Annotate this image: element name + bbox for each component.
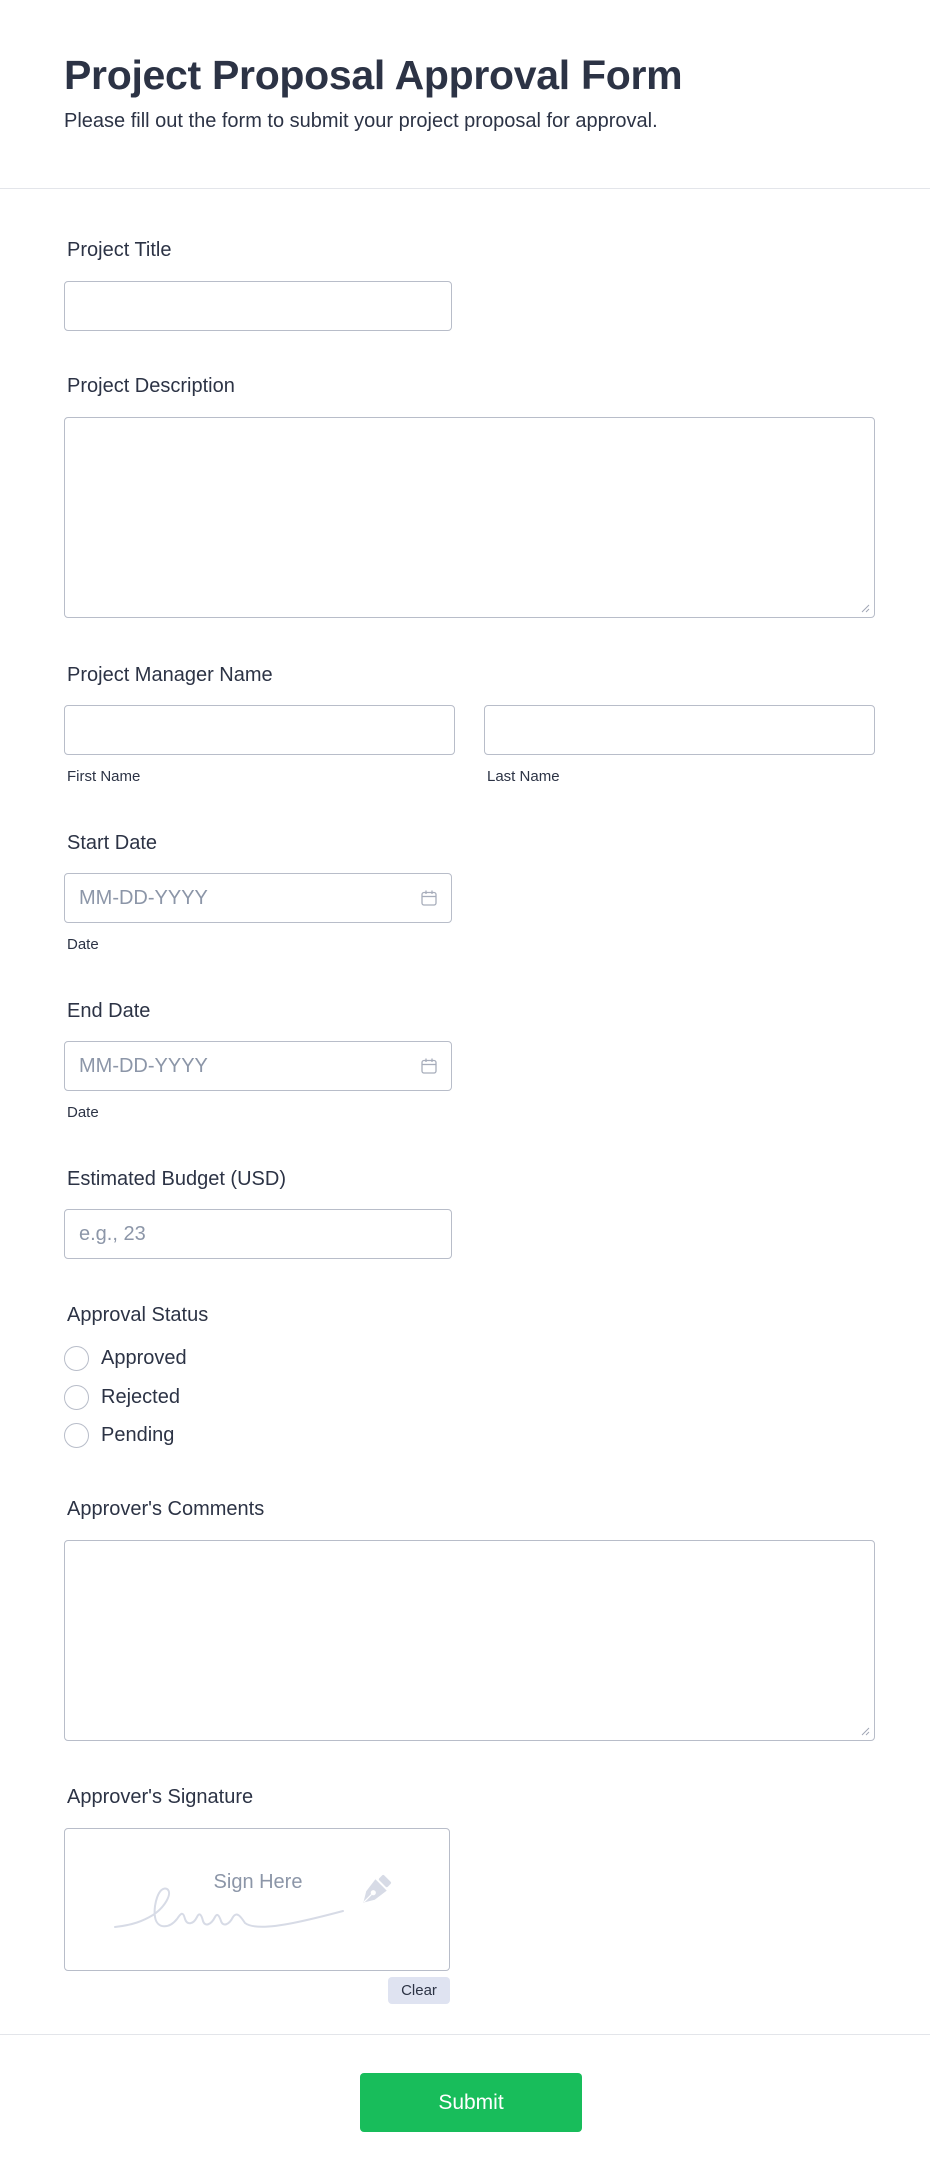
signature-pad[interactable]: Sign Here: [64, 1828, 450, 1971]
last-name-sublabel: Last Name: [487, 768, 560, 785]
radio-option-pending[interactable]: Pending: [64, 1421, 174, 1449]
start-date-label: Start Date: [67, 832, 158, 854]
form-title: Project Proposal Approval Form: [64, 52, 683, 98]
form-subtitle: Please fill out the form to submit your …: [64, 110, 658, 132]
project-manager-label: Project Manager Name: [67, 664, 273, 686]
budget-input[interactable]: [65, 1210, 451, 1258]
first-name-sublabel: First Name: [67, 768, 141, 785]
radio-label: Approved: [101, 1346, 187, 1369]
budget-field[interactable]: [64, 1209, 452, 1259]
first-name-input[interactable]: [65, 706, 454, 754]
radio-option-approved[interactable]: Approved: [64, 1344, 187, 1372]
radio-option-rejected[interactable]: Rejected: [64, 1383, 180, 1411]
end-date-label: End Date: [67, 1000, 151, 1022]
last-name-field[interactable]: [484, 705, 875, 755]
resize-grip-icon[interactable]: [860, 1726, 870, 1736]
calendar-icon[interactable]: [420, 1057, 438, 1075]
start-date-sublabel: Date: [67, 936, 99, 953]
project-title-label: Project Title: [67, 239, 172, 261]
pen-nib-icon: [363, 1874, 392, 1903]
start-date-field[interactable]: [64, 873, 452, 923]
end-date-sublabel: Date: [67, 1104, 99, 1121]
project-title-field[interactable]: [64, 281, 452, 331]
signature-scribble-icon: [114, 1887, 344, 1928]
start-date-input[interactable]: [65, 874, 451, 922]
comments-field[interactable]: [64, 1540, 875, 1741]
end-date-input[interactable]: [65, 1042, 451, 1090]
budget-label: Estimated Budget (USD): [67, 1168, 286, 1190]
comments-label: Approver's Comments: [67, 1498, 265, 1520]
end-date-field[interactable]: [64, 1041, 452, 1091]
first-name-field[interactable]: [64, 705, 455, 755]
radio-label: Rejected: [101, 1385, 180, 1408]
clear-signature-button[interactable]: Clear: [388, 1977, 450, 2004]
submit-button[interactable]: Submit: [360, 2073, 582, 2132]
last-name-input[interactable]: [485, 706, 874, 754]
comments-input[interactable]: [65, 1541, 874, 1740]
radio-button[interactable]: [64, 1345, 89, 1371]
form-header: Project Proposal Approval Form Please fi…: [0, 0, 930, 189]
radio-button[interactable]: [64, 1384, 89, 1410]
radio-label: Pending: [101, 1423, 175, 1446]
project-title-input[interactable]: [65, 282, 451, 330]
approval-status-label: Approval Status: [67, 1304, 209, 1326]
signature-label: Approver's Signature: [67, 1786, 254, 1808]
resize-grip-icon[interactable]: [860, 603, 870, 613]
project-description-input[interactable]: [65, 418, 874, 617]
radio-button[interactable]: [64, 1422, 89, 1448]
calendar-icon[interactable]: [420, 889, 438, 907]
project-description-label: Project Description: [67, 375, 235, 397]
footer-divider: [0, 2034, 930, 2035]
project-description-field[interactable]: [64, 417, 875, 618]
